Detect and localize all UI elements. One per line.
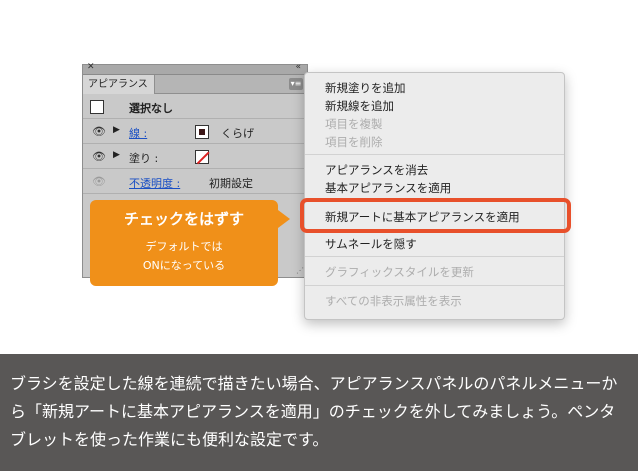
row-fill[interactable]: 👁 ▶ 塗り : [83,145,307,169]
caption-bar: ブラシを設定した線を連続で描きたい場合、アピアランスパネルのパネルメニューから「… [0,354,638,471]
menu-item-clear-appearance[interactable]: アピアランスを消去 [325,162,428,178]
menu-item-show-hidden: すべての非表示属性を表示 [325,294,462,308]
tab-appearance[interactable]: アピアランス [83,75,155,94]
menu-separator [305,256,564,257]
disclosure-arrow-icon[interactable]: ▶ [113,125,120,135]
menu-item-duplicate: 項目を複製 [325,117,383,131]
stroke-link[interactable]: 線 : [129,125,147,141]
thumbnail-checkbox [90,100,104,114]
fill-label: 塗り : [129,152,159,165]
stroke-swatch[interactable] [195,125,209,139]
menu-item-add-stroke[interactable]: 新規線を追加 [325,98,394,114]
fill-none-swatch[interactable] [195,150,209,164]
caption-text: ブラシを設定した線を連続で描きたい場合、アピアランスパネルのパネルメニューから「… [10,374,618,449]
row-stroke[interactable]: 👁 ▶ 線 : くらげ [83,120,307,144]
panel-menu-icon[interactable]: ▾≡ [289,78,303,90]
brush-name[interactable]: くらげ [221,125,254,141]
opacity-value: 初期設定 [209,177,253,190]
row-label: 選択なし [129,102,173,115]
close-icon[interactable]: ✕ [87,62,95,72]
menu-item-delete: 項目を削除 [325,135,383,149]
eye-icon[interactable]: 👁 [92,125,106,138]
collapse-icon[interactable]: « [295,62,301,72]
menu-item-hide-thumbnail[interactable]: サムネールを隠す [325,236,417,252]
resize-grip-icon[interactable]: ⋰ [296,266,304,275]
row-no-selection[interactable]: 選択なし [83,95,307,119]
menu-item-redefine-style: グラフィックスタイルを更新 [325,265,474,279]
eye-icon[interactable]: 👁 [92,175,106,188]
menu-item-reduce-basic[interactable]: 基本アピアランスを適用 [325,180,451,196]
disclosure-arrow-icon[interactable]: ▶ [113,150,120,160]
menu-item-add-fill[interactable]: 新規塗りを追加 [325,80,406,96]
eye-icon[interactable]: 👁 [92,150,106,163]
opacity-link[interactable]: 不透明度 : [129,175,180,191]
callout-note-line1: デフォルトでは [145,240,223,253]
callout-bubble: チェックをはずす デフォルトでは ONになっている [90,200,290,286]
highlight-frame [300,198,571,233]
panel-titlebar: ✕ « [83,62,307,75]
panel-menu: 新規塗りを追加 新規線を追加 項目を複製 項目を削除 アピアランスを消去 基本ア… [304,72,565,320]
menu-separator [305,285,564,286]
panel-tabbar: アピアランス ▾≡ [83,75,307,94]
callout-title: チェックをはずす [123,210,244,228]
row-opacity[interactable]: 👁 不透明度 : 初期設定 [83,170,307,194]
callout-note-line2: ONになっている [142,259,226,272]
menu-separator [305,154,564,155]
